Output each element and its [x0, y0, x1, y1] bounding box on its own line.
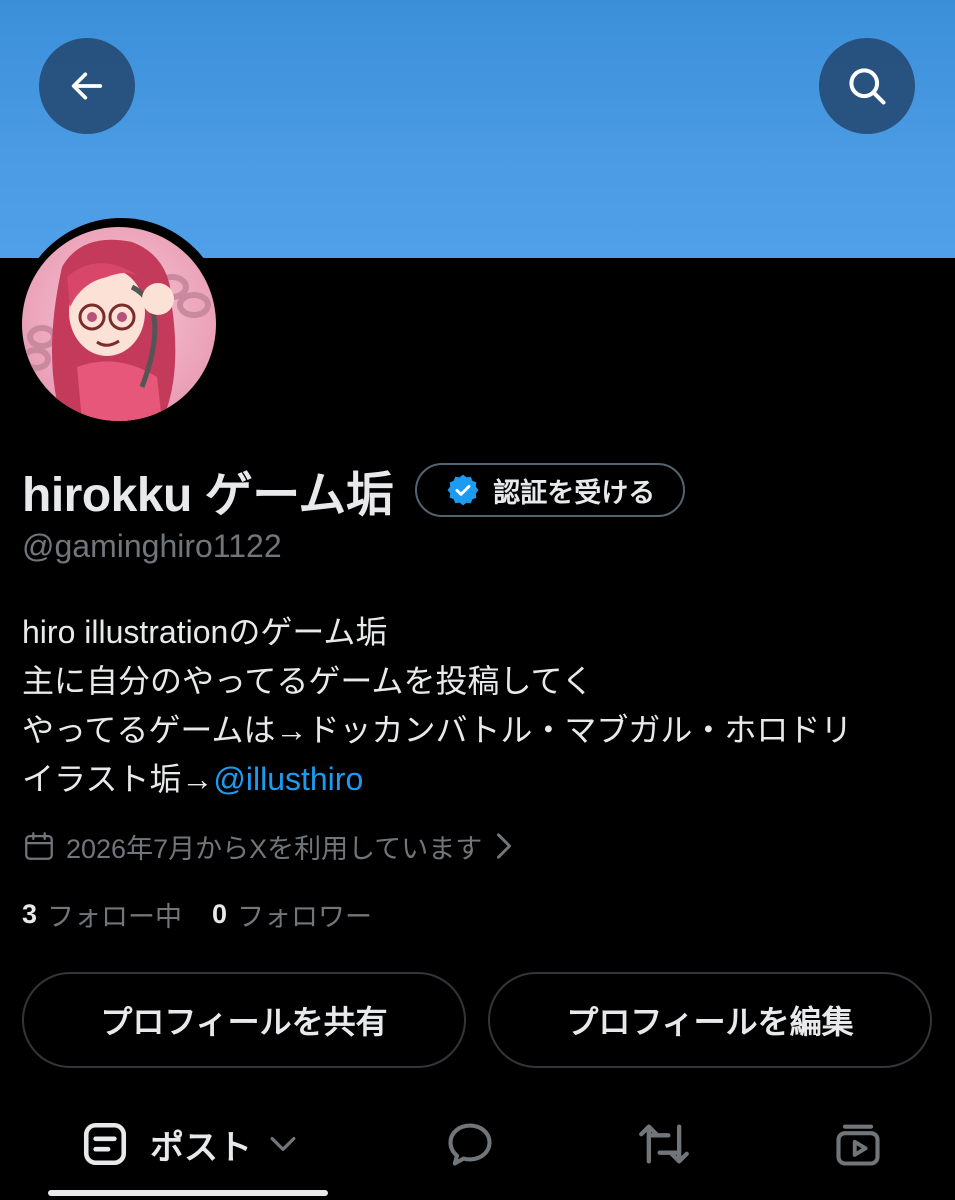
following-count: 3: [22, 898, 38, 929]
bio-line: hiro illustrationのゲーム垢: [22, 614, 388, 650]
verified-badge-icon: [447, 474, 479, 506]
bio-last-prefix: イラスト垢→: [22, 761, 214, 797]
profile-tabs: ポスト: [0, 1088, 955, 1200]
bio-line: 主に自分のやってるゲームを投稿してく: [22, 663, 594, 699]
joined-text: 2026年7月からXを利用しています: [66, 833, 483, 864]
bio-line: イラスト垢→@illusthiro: [22, 755, 932, 804]
user-handle: @gaminghiro1122: [22, 528, 282, 564]
get-verified-label: 認証を受ける: [493, 477, 656, 508]
joined-date[interactable]: 2026年7月からXを利用しています: [22, 825, 524, 867]
post-list-icon: [83, 1122, 127, 1166]
tab-media[interactable]: [808, 1088, 908, 1200]
edit-profile-button[interactable]: プロフィールを編集: [488, 972, 932, 1068]
calendar-icon: [25, 832, 53, 860]
profile-name-row: hirokku ゲーム垢 認証を受ける: [22, 458, 686, 522]
media-icon: [836, 1124, 880, 1166]
follow-stats: 3 フォロー中 0 フォロワー: [22, 893, 402, 935]
tab-replies[interactable]: [420, 1088, 520, 1200]
tab-reposts[interactable]: [614, 1088, 714, 1200]
get-verified-button[interactable]: 認証を受ける: [415, 463, 686, 517]
bio-line: やってるゲームは→ドッカンバトル・マブガル・ホロドリ: [22, 712, 853, 748]
back-button[interactable]: [39, 38, 135, 134]
followers-count: 0: [212, 898, 228, 929]
repost-icon: [639, 1124, 689, 1164]
following-link[interactable]: 3 フォロー中: [22, 895, 182, 934]
arrow-left-icon: [71, 72, 103, 100]
tab-posts[interactable]: ポスト: [48, 1088, 328, 1200]
avatar[interactable]: [22, 227, 216, 421]
followers-link[interactable]: 0 フォロワー: [212, 895, 372, 934]
following-label: フォロー中: [47, 901, 183, 932]
search-icon: [849, 68, 886, 105]
profile-bio: hiro illustrationのゲーム垢 主に自分のやってるゲームを投稿して…: [22, 608, 932, 804]
followers-label: フォロワー: [237, 901, 373, 932]
share-profile-button[interactable]: プロフィールを共有: [22, 972, 466, 1068]
profile-banner[interactable]: [0, 0, 955, 258]
chevron-right-icon: [497, 833, 512, 859]
active-tab-indicator: [48, 1190, 328, 1196]
search-button[interactable]: [819, 38, 915, 134]
tab-posts-label: ポスト: [150, 1128, 252, 1167]
chevron-down-icon: [270, 1136, 296, 1152]
display-name: hirokku ゲーム垢: [22, 469, 394, 522]
reply-bubble-icon: [448, 1123, 492, 1166]
bio-mention-link[interactable]: @illusthiro: [213, 761, 363, 797]
